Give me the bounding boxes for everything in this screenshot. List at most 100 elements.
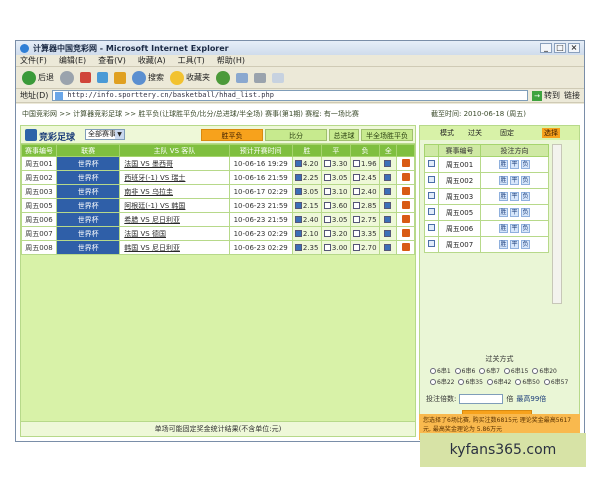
odds-loss[interactable]: 2.70 <box>349 240 381 255</box>
match-teams[interactable]: 西班牙(-1) VS 瑞士 <box>119 170 230 185</box>
loss-checkbox[interactable] <box>352 202 360 209</box>
multiplier-input[interactable] <box>459 394 504 404</box>
tab-mode[interactable]: 模式 <box>440 128 454 138</box>
odds-win[interactable]: 3.05 <box>291 184 322 199</box>
menu-favorites[interactable]: 收藏(A) <box>138 55 166 66</box>
select-all-cell[interactable] <box>378 226 398 241</box>
pick-loss[interactable]: 负 <box>521 224 530 233</box>
odds-loss[interactable]: 3.35 <box>349 226 381 241</box>
draw-checkbox[interactable] <box>323 230 331 237</box>
select-all-checkbox[interactable] <box>384 244 392 251</box>
select-all-checkbox[interactable] <box>384 160 392 167</box>
odds-loss[interactable]: 2.40 <box>349 184 381 199</box>
pick-win[interactable]: 胜 <box>499 192 508 201</box>
tab-win-draw-loss[interactable]: 胜平负 <box>201 129 263 141</box>
odds-win[interactable]: 4.20 <box>291 156 322 171</box>
pass-method-option[interactable]: 6串7 <box>479 366 500 375</box>
delete-cell[interactable] <box>396 212 415 227</box>
select-all-cell[interactable] <box>378 170 398 185</box>
draw-checkbox[interactable] <box>323 160 331 167</box>
selection-check-cell[interactable] <box>424 220 439 237</box>
odds-draw[interactable]: 3.00 <box>320 240 351 255</box>
draw-checkbox[interactable] <box>323 216 331 223</box>
home-button[interactable] <box>114 71 126 84</box>
radio-button[interactable] <box>454 367 461 374</box>
draw-checkbox[interactable] <box>323 188 331 195</box>
selection-check-cell[interactable] <box>424 204 439 221</box>
pick-loss[interactable]: 负 <box>521 240 530 249</box>
back-button[interactable]: 后退 <box>22 70 54 85</box>
pick-win[interactable]: 胜 <box>499 240 508 249</box>
selection-checkbox[interactable] <box>428 192 435 199</box>
win-checkbox[interactable] <box>294 174 302 181</box>
radio-button[interactable] <box>503 367 510 374</box>
pick-win[interactable]: 胜 <box>499 160 508 169</box>
match-teams[interactable]: 阿根廷(-1) VS 韩国 <box>119 198 230 213</box>
menu-view[interactable]: 查看(V) <box>98 55 126 66</box>
delete-icon[interactable] <box>401 172 410 181</box>
delete-icon[interactable] <box>401 158 410 167</box>
pass-method-option[interactable]: 6串50 <box>515 377 540 386</box>
radio-button[interactable] <box>479 367 486 374</box>
minimize-button[interactable]: _ <box>540 43 552 53</box>
edit-button[interactable] <box>272 72 284 83</box>
radio-button[interactable] <box>430 378 436 385</box>
pick-loss[interactable]: 负 <box>521 160 530 169</box>
delete-cell[interactable] <box>396 170 415 185</box>
selection-check-cell[interactable] <box>424 188 439 205</box>
radio-button[interactable] <box>515 378 522 385</box>
pick-draw[interactable]: 平 <box>510 160 519 169</box>
odds-loss[interactable]: 2.85 <box>349 198 381 213</box>
menu-help[interactable]: 帮助(H) <box>217 55 245 66</box>
match-teams[interactable]: 法国 VS 德国 <box>119 226 230 241</box>
pass-method-option[interactable]: 6串35 <box>458 377 483 386</box>
win-checkbox[interactable] <box>294 202 302 209</box>
maximize-button[interactable]: □ <box>554 43 566 53</box>
pick-loss[interactable]: 负 <box>521 192 530 201</box>
selection-checkbox[interactable] <box>428 208 435 215</box>
address-input[interactable]: http://info.sporttery.cn/basketball/hhad… <box>52 90 528 101</box>
date-select[interactable]: 全部赛事 ▼ <box>85 129 125 140</box>
select-all-checkbox[interactable] <box>384 202 392 209</box>
odds-draw[interactable]: 3.10 <box>320 184 351 199</box>
select-all-checkbox[interactable] <box>384 216 392 223</box>
odds-win[interactable]: 2.25 <box>291 170 322 185</box>
radio-button[interactable] <box>543 378 550 385</box>
odds-draw[interactable]: 3.05 <box>320 212 351 227</box>
odds-draw[interactable]: 3.05 <box>320 170 351 185</box>
pick-draw[interactable]: 平 <box>510 176 519 185</box>
print-button[interactable] <box>254 72 266 83</box>
odds-loss[interactable]: 1.96 <box>349 156 381 171</box>
delete-icon[interactable] <box>401 242 410 251</box>
loss-checkbox[interactable] <box>352 188 360 195</box>
forward-button[interactable] <box>60 70 74 85</box>
draw-checkbox[interactable] <box>323 202 331 209</box>
loss-checkbox[interactable] <box>352 244 360 251</box>
tab-fixed[interactable]: 固定 <box>500 128 514 138</box>
win-checkbox[interactable] <box>294 160 302 167</box>
radio-button[interactable] <box>532 367 539 374</box>
pick-draw[interactable]: 平 <box>510 192 519 201</box>
select-all-cell[interactable] <box>378 156 398 171</box>
pass-method-option[interactable]: 6串15 <box>503 366 528 375</box>
favorites-button[interactable]: 收藏夹 <box>170 70 210 85</box>
delete-icon[interactable] <box>401 228 410 237</box>
loss-checkbox[interactable] <box>352 230 360 237</box>
pass-method-option[interactable]: 6串57 <box>543 377 568 386</box>
pick-draw[interactable]: 平 <box>510 224 519 233</box>
pass-method-option[interactable]: 6串6 <box>454 366 475 375</box>
pick-draw[interactable]: 平 <box>510 208 519 217</box>
odds-win[interactable]: 2.40 <box>291 212 322 227</box>
select-all-checkbox[interactable] <box>384 174 392 181</box>
delete-icon[interactable] <box>401 214 410 223</box>
match-teams[interactable]: 韩国 VS 尼日利亚 <box>119 240 230 255</box>
go-button[interactable]: → 转到 <box>532 90 560 101</box>
tab-score[interactable]: 比分 <box>265 129 327 141</box>
odds-loss[interactable]: 2.75 <box>349 212 381 227</box>
select-all-checkbox[interactable] <box>384 188 392 195</box>
win-checkbox[interactable] <box>294 244 302 251</box>
select-all-checkbox[interactable] <box>384 230 392 237</box>
radio-button[interactable] <box>458 378 465 385</box>
pass-method-option[interactable]: 6串20 <box>532 366 557 375</box>
loss-checkbox[interactable] <box>352 216 360 223</box>
